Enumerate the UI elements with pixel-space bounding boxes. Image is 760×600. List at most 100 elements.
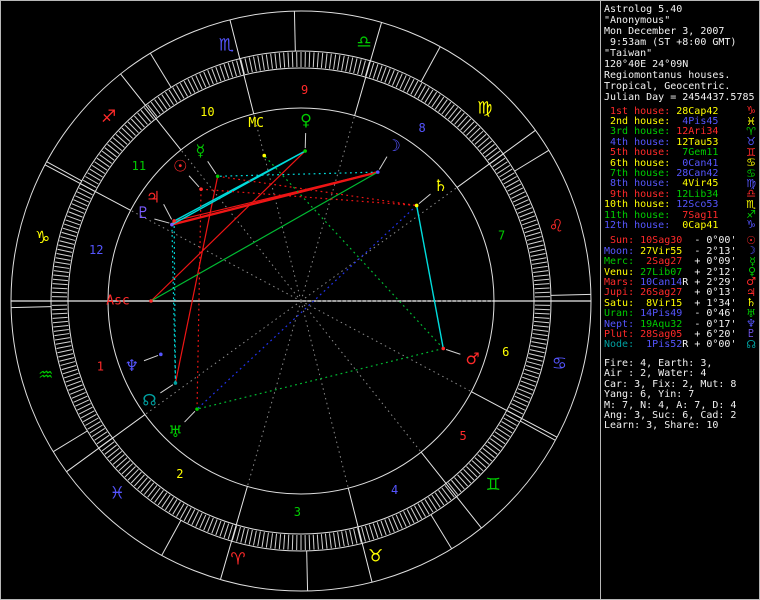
degree-tick	[147, 485, 158, 498]
degree-tick	[278, 534, 282, 550]
sign-boundary-cancer	[520, 420, 556, 441]
house-row-11th: 11th house: 7Sag11 ♐	[604, 208, 756, 222]
sidebar-divider	[600, 1, 601, 599]
degree-tick	[496, 164, 511, 174]
degree-tick	[485, 444, 498, 455]
degree-tick	[376, 65, 383, 80]
degree-tick	[64, 372, 79, 379]
degree-tick	[252, 56, 257, 72]
degree-tick	[466, 466, 478, 478]
degree-tick	[494, 161, 508, 171]
degree-tick	[463, 121, 475, 134]
degree-tick	[532, 337, 548, 341]
degree-tick	[96, 157, 110, 168]
degree-tick	[487, 441, 501, 452]
degree-tick	[115, 134, 128, 145]
degree-tick	[54, 265, 70, 269]
planet-position-table: Sun: 10Sag30 - 0°00' ☉ Moon: 27Vir55 - 2°1…	[604, 235, 756, 350]
degree-tick	[257, 531, 261, 547]
degree-tick	[211, 519, 218, 534]
degree-tick	[324, 533, 328, 549]
degree-tick	[215, 66, 222, 82]
degree-tick	[525, 365, 541, 371]
degree-tick	[69, 207, 85, 214]
degree-tick	[219, 522, 226, 537]
degree-tick	[61, 231, 77, 237]
asc-label: Asc	[106, 294, 129, 309]
degree-tick	[534, 308, 550, 311]
degree-tick	[223, 523, 230, 538]
degree-tick	[447, 107, 459, 120]
degree-tick	[477, 454, 490, 465]
degree-tick	[534, 312, 550, 315]
degree-tick	[333, 532, 337, 548]
degree-tick	[124, 466, 136, 478]
degree-tick	[164, 496, 174, 511]
degree-tick	[320, 52, 324, 68]
zodiac-sign-glyph-capricorn: ♑	[35, 228, 50, 248]
degree-tick	[62, 368, 78, 375]
degree-tick	[283, 52, 286, 68]
planet-glyph-sun: ☉	[173, 157, 187, 176]
degree-tick	[137, 112, 148, 125]
house-number-8: 8	[419, 121, 426, 135]
house-number-4: 4	[391, 483, 398, 497]
header-line-3: 9:53am (ST +8:00 GMT)	[604, 37, 737, 48]
degree-tick	[492, 434, 506, 445]
degree-tick	[368, 524, 375, 540]
house-row-1st: 1st house: 28Cap42 ♑	[604, 104, 756, 118]
house-cusp-inner-9	[300, 115, 356, 302]
degree-tick	[522, 376, 537, 383]
planet-dot-uranus	[195, 407, 199, 411]
zodiac-sign-glyph-cancer: ♋	[552, 354, 567, 374]
degree-tick	[115, 457, 128, 468]
degree-tick	[466, 124, 478, 136]
degree-tick	[532, 261, 548, 265]
degree-tick	[471, 460, 484, 472]
degree-tick	[463, 468, 475, 481]
degree-tick	[66, 380, 82, 387]
degree-tick	[55, 341, 71, 345]
planet-row-moon: Moon: 27Vir55 - 2°13' ☽	[604, 244, 756, 258]
degree-tick	[380, 520, 387, 536]
planet-row-venu: Venu: 27Lib07 + 2°12' ♀	[604, 265, 756, 279]
degree-tick	[154, 99, 164, 112]
degree-tick	[320, 534, 324, 550]
header-line-1: "Anonymous"	[604, 15, 671, 26]
degree-tick	[457, 474, 468, 487]
degree-tick	[431, 494, 441, 508]
degree-tick	[94, 161, 108, 171]
degree-tick	[434, 492, 445, 506]
house-number-3: 3	[294, 505, 301, 519]
planet-glyph-mercury: ☿	[196, 141, 206, 160]
zodiac-sign-glyph-libra: ♎	[356, 33, 371, 53]
degree-tick	[130, 471, 142, 484]
degree-tick	[231, 61, 237, 77]
planet-pointer-uranus	[184, 410, 196, 423]
degree-tick	[530, 345, 546, 350]
degree-tick	[434, 96, 445, 110]
header-line-5: 120°40E 24°09N	[604, 59, 689, 70]
degree-tick	[161, 94, 171, 108]
sign-boundary-sagittarius	[149, 52, 172, 88]
degree-tick	[534, 316, 550, 319]
mc-label: MC	[248, 116, 264, 131]
degree-tick	[533, 324, 549, 328]
planet-pointer-moon	[378, 156, 388, 170]
info-sidebar: Astrolog 5.40 "Anonymous" Mon December 3, …	[604, 4, 756, 432]
degree-tick	[291, 52, 294, 68]
degree-tick	[316, 52, 319, 68]
degree-tick	[257, 55, 261, 71]
degree-tick	[365, 61, 371, 77]
degree-tick	[147, 104, 158, 117]
aspect-line-mercury-square-node	[174, 176, 219, 384]
degree-tick	[59, 240, 75, 245]
degree-tick	[441, 101, 452, 115]
house-row-4th: 4th house: 12Tau53 ♉	[604, 135, 756, 149]
degree-tick	[101, 441, 115, 452]
degree-tick	[312, 52, 315, 68]
house-row-2nd: 2nd house: 4Pis45 ♓	[604, 114, 756, 128]
zodiac-sign-glyph-pisces: ♓	[110, 483, 125, 503]
degree-tick	[60, 236, 76, 241]
degree-tick	[492, 157, 506, 168]
